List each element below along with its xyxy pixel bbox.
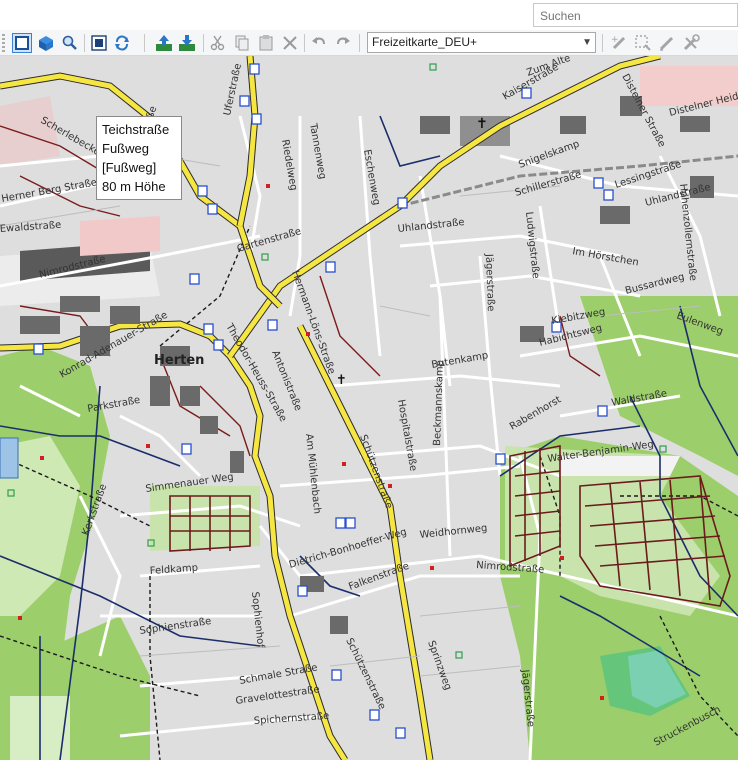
- church-icon: ✝: [476, 116, 488, 132]
- svg-text:+: +: [611, 35, 619, 45]
- search-box[interactable]: [533, 3, 738, 27]
- tooltip-type: Fußweg: [102, 141, 149, 156]
- chevron-down-icon: ▼: [582, 37, 592, 48]
- water: [0, 437, 19, 479]
- toolbar-separator: [304, 34, 305, 52]
- toolbar-separator: [144, 34, 145, 52]
- fit-map-icon[interactable]: [89, 33, 109, 53]
- send-to-device-icon[interactable]: [154, 33, 174, 53]
- redo-icon[interactable]: [333, 33, 353, 53]
- map-view[interactable]: ✝ ✝ Herten Uferstraße Kaiserstraße Zum A…: [0, 56, 738, 760]
- 3d-view-icon[interactable]: [36, 33, 56, 53]
- toolbar: Freizeitkarte_DEU+ ▼ +: [0, 30, 738, 56]
- tools-icon[interactable]: [681, 33, 701, 53]
- residential-area: [80, 216, 160, 256]
- paste-icon[interactable]: [256, 33, 276, 53]
- tooltip-elevation: 80 m Höhe: [102, 179, 166, 194]
- new-waypoint-icon[interactable]: +: [609, 33, 629, 53]
- copy-icon[interactable]: [232, 33, 252, 53]
- draw-icon[interactable]: [657, 33, 677, 53]
- toolbar-separator: [359, 34, 360, 52]
- street-label: Jägerstraße: [483, 253, 496, 312]
- refresh-icon[interactable]: [112, 33, 132, 53]
- town-label: Herten: [154, 353, 204, 368]
- map-product-select[interactable]: Freizeitkarte_DEU+ ▼: [367, 32, 596, 53]
- toolbar-separator: [203, 34, 204, 52]
- toolbar-separator: [84, 34, 85, 52]
- church-icon: ✝: [336, 373, 347, 388]
- cut-icon[interactable]: [208, 33, 228, 53]
- search-input[interactable]: [538, 5, 737, 27]
- map-product-label: Freizeitkarte_DEU+: [372, 35, 478, 49]
- map-tooltip: Teichstraße Fußweg [Fußweg] 80 m Höhe: [96, 116, 182, 200]
- toolbar-separator: [602, 34, 603, 52]
- zoom-tool-icon[interactable]: [60, 33, 80, 53]
- select-area-icon[interactable]: [633, 33, 653, 53]
- tooltip-street-name: Teichstraße: [102, 122, 170, 137]
- receive-from-device-icon[interactable]: [177, 33, 197, 53]
- top-bar: [0, 0, 738, 30]
- toolbar-grip[interactable]: [2, 34, 5, 52]
- select-tool-icon[interactable]: [12, 33, 32, 53]
- delete-icon[interactable]: [280, 33, 300, 53]
- undo-icon[interactable]: [309, 33, 329, 53]
- tooltip-type-raw: [Fußweg]: [102, 160, 157, 175]
